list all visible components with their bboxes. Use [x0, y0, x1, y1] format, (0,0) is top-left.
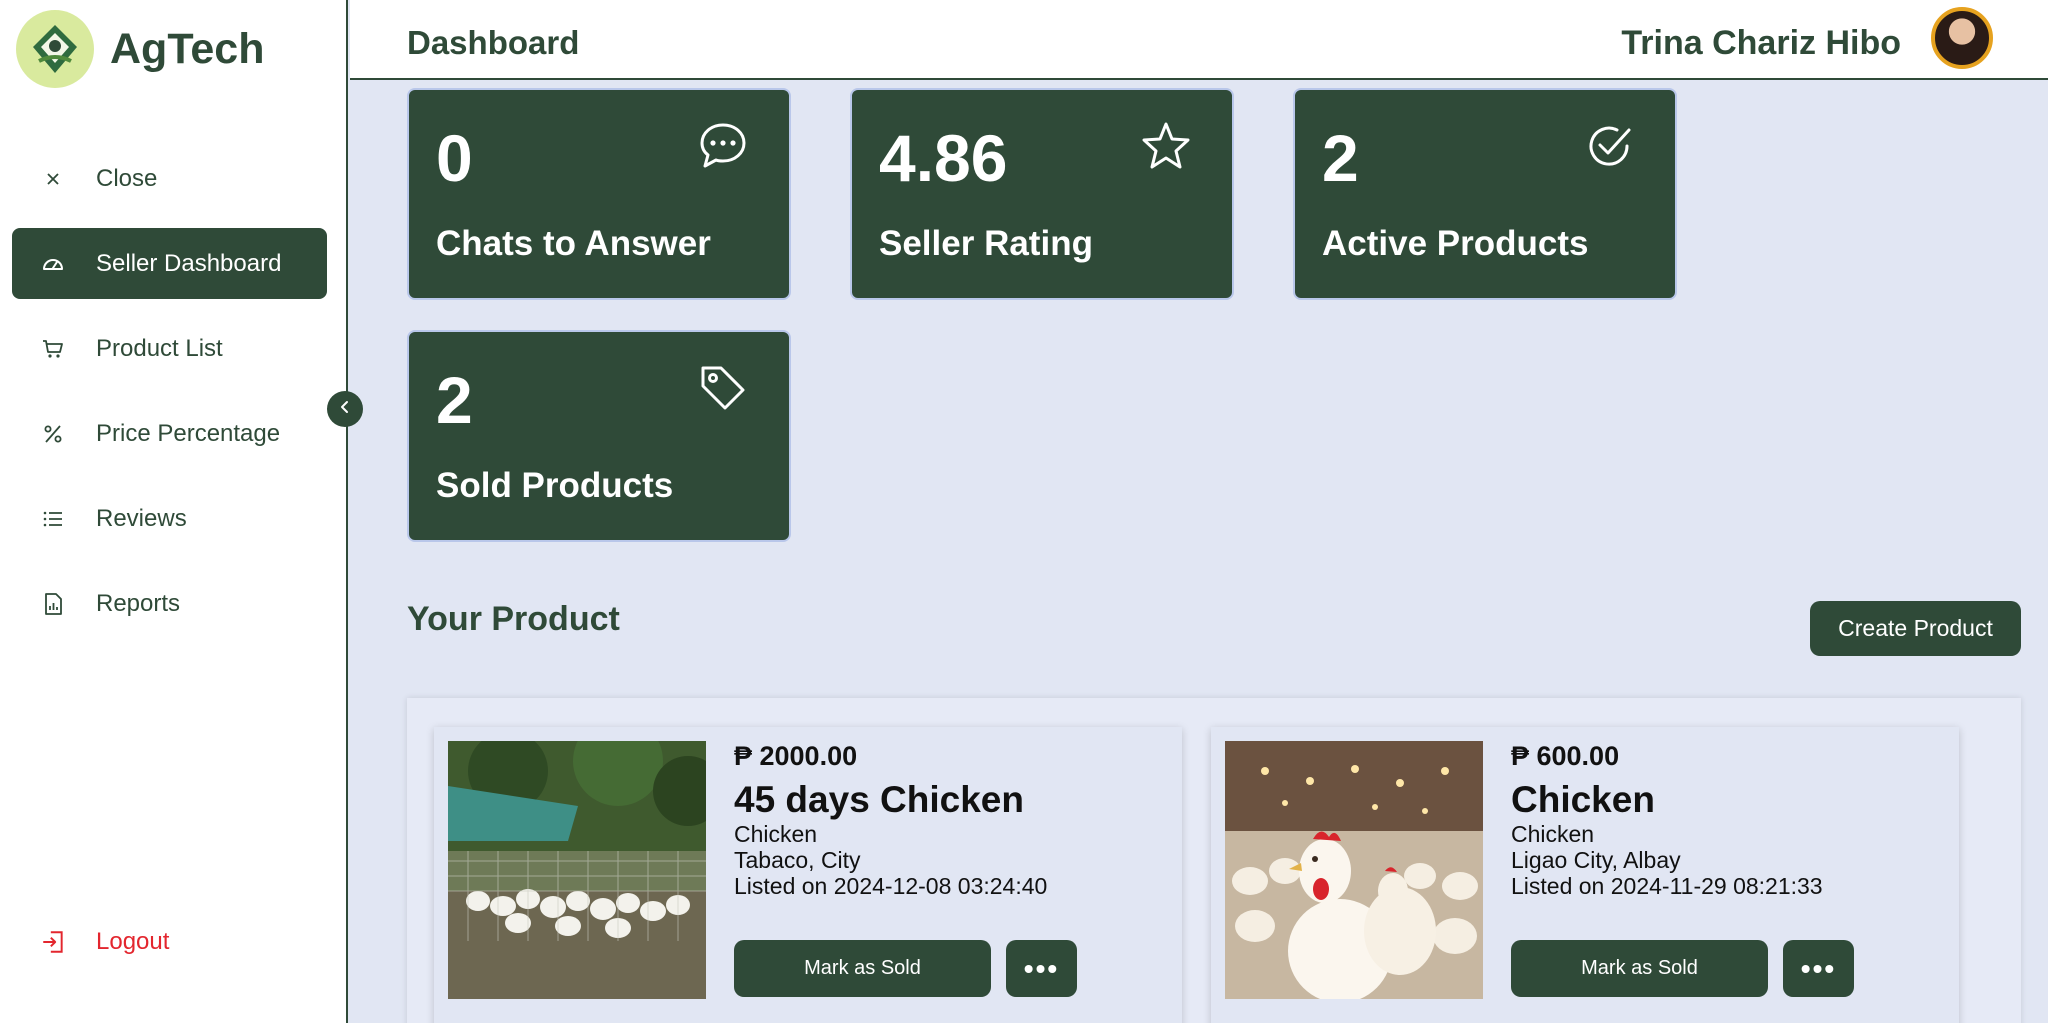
- sidebar-item-label: Close: [96, 164, 158, 192]
- stat-card-sold-products[interactable]: 2 Sold Products: [407, 330, 791, 542]
- sidebar-item-close[interactable]: Close: [12, 143, 327, 214]
- sidebar-collapse-button[interactable]: [327, 391, 363, 427]
- product-card[interactable]: ₱ 2000.00 45 days Chicken Chicken Tabaco…: [434, 727, 1182, 1023]
- logout-button[interactable]: Logout: [40, 928, 169, 956]
- more-options-button[interactable]: •••: [1006, 940, 1077, 997]
- top-header: Dashboard Trina Chariz Hibo: [350, 0, 2048, 80]
- dashboard-gauge-icon: [40, 251, 66, 277]
- chevron-left-icon: [337, 399, 353, 420]
- product-listed-date: Listed on 2024-12-08 03:24:40: [734, 873, 1048, 899]
- stat-label: Chats to Answer: [436, 224, 711, 263]
- stat-card-active-products[interactable]: 2 Active Products: [1293, 88, 1677, 300]
- stat-value: 2: [436, 363, 473, 437]
- avatar[interactable]: [1931, 7, 1993, 69]
- mark-as-sold-button[interactable]: Mark as Sold: [734, 940, 991, 997]
- product-image[interactable]: [1225, 741, 1483, 999]
- stat-card-chats[interactable]: 0 Chats to Answer: [407, 88, 791, 300]
- sidebar-item-label: Price Percentage: [96, 419, 281, 447]
- product-location: Ligao City, Albay: [1511, 847, 1681, 873]
- sidebar-item-label: Product List: [96, 334, 223, 362]
- stat-value: 2: [1322, 121, 1359, 195]
- sidebar-item-seller-dashboard[interactable]: Seller Dashboard: [12, 228, 327, 299]
- product-card[interactable]: ₱ 600.00 Chicken Chicken Ligao City, Alb…: [1211, 727, 1959, 1023]
- product-location: Tabaco, City: [734, 847, 861, 873]
- sidebar-item-product-list[interactable]: Product List: [12, 313, 327, 384]
- list-icon: [40, 506, 66, 532]
- product-category: Chicken: [1511, 821, 1595, 847]
- stat-label: Active Products: [1322, 224, 1589, 263]
- sidebar-item-reports[interactable]: Reports: [12, 568, 327, 639]
- sidebar-item-reviews[interactable]: Reviews: [12, 483, 327, 554]
- product-listed-date: Listed on 2024-11-29 08:21:33: [1511, 873, 1823, 899]
- star-icon: [1140, 120, 1192, 172]
- product-price: ₱ 2000.00: [734, 741, 858, 771]
- stat-value: 0: [436, 121, 473, 195]
- more-options-button[interactable]: •••: [1783, 940, 1854, 997]
- page-title: Dashboard: [407, 24, 580, 61]
- agtech-logo: [16, 10, 94, 88]
- close-icon: [40, 166, 66, 192]
- product-image[interactable]: [448, 741, 706, 999]
- stat-label: Seller Rating: [879, 224, 1093, 263]
- stat-card-rating[interactable]: 4.86 Seller Rating: [850, 88, 1234, 300]
- mark-as-sold-button[interactable]: Mark as Sold: [1511, 940, 1768, 997]
- stat-label: Sold Products: [436, 466, 674, 505]
- user-name[interactable]: Trina Chariz Hibo: [1621, 24, 1901, 63]
- stat-value: 4.86: [879, 121, 1008, 195]
- sidebar: AgTech Close Seller Dashboard Product Li…: [0, 0, 348, 1023]
- tag-icon: [697, 362, 749, 414]
- report-icon: [40, 591, 66, 617]
- product-name[interactable]: 45 days Chicken: [734, 779, 1024, 821]
- sidebar-item-label: Reports: [96, 589, 181, 617]
- brand-name: AgTech: [110, 24, 265, 73]
- sidebar-item-price-percentage[interactable]: Price Percentage: [12, 398, 327, 469]
- product-price: ₱ 600.00: [1511, 741, 1620, 771]
- product-name[interactable]: Chicken: [1511, 779, 1655, 821]
- logout-icon: [40, 929, 66, 955]
- sidebar-nav: Close Seller Dashboard Product List Pric…: [12, 143, 327, 653]
- sidebar-item-label: Reviews: [96, 504, 187, 532]
- sidebar-item-label: Seller Dashboard: [96, 249, 282, 277]
- cart-icon: [40, 336, 66, 362]
- logout-label: Logout: [96, 928, 170, 955]
- section-title: Your Product: [407, 600, 620, 638]
- check-circle-icon: [1583, 120, 1635, 172]
- product-category: Chicken: [734, 821, 818, 847]
- percent-icon: [40, 421, 66, 447]
- brand[interactable]: AgTech: [16, 10, 265, 88]
- chat-icon: [697, 120, 749, 172]
- create-product-button[interactable]: Create Product: [1810, 601, 2021, 656]
